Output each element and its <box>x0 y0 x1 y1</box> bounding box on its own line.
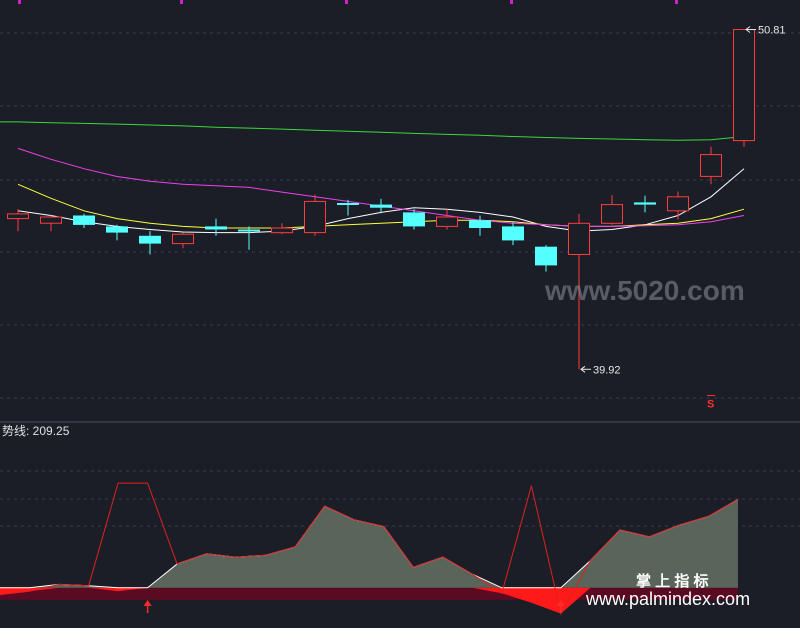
candle-body-18 <box>601 204 623 224</box>
buy-arrow-head-0 <box>143 600 152 606</box>
candle-body-22 <box>733 29 755 142</box>
candle-body-19 <box>634 202 656 205</box>
top-tick-mark-0 <box>18 0 21 4</box>
candle-body-11 <box>370 204 392 208</box>
chart-canvas: 50.81 39.92 S 势线: 209.25 www.5020.com 掌 上 … <box>0 0 800 615</box>
candle-body-4 <box>139 235 161 244</box>
moving-average-line-3 <box>17 121 745 141</box>
moving-average-line-2 <box>17 147 745 227</box>
candle-body-7 <box>238 229 260 232</box>
top-tick-mark-4 <box>675 0 678 4</box>
grid <box>0 0 800 527</box>
top-tick-mark-1 <box>180 0 183 4</box>
candle-body-17 <box>568 222 590 256</box>
candlestick-panel: 50.81 39.92 S <box>0 25 786 411</box>
price-annotation-label-1: 39.92 <box>593 364 621 376</box>
candle-body-2 <box>73 215 95 225</box>
top-tick-mark-3 <box>510 0 513 4</box>
candle-body-15 <box>502 226 524 241</box>
candle-body-8 <box>271 227 293 234</box>
candle-body-14 <box>469 220 491 228</box>
candle-body-3 <box>106 226 128 233</box>
price-annotation-label-0: 50.81 <box>758 25 786 37</box>
candle-body-5 <box>172 233 194 245</box>
candle-body-10 <box>337 203 359 205</box>
stock-chart: 50.81 39.92 S 势线: 209.25 www.5020.com 掌 上 … <box>0 0 800 623</box>
indicator-title: 势线: 209.25 <box>2 424 70 438</box>
watermark-bottom: www.palmindex.com <box>585 589 750 609</box>
candle-body-6 <box>205 226 227 230</box>
candle-body-9 <box>304 200 326 234</box>
indicator-area-positive <box>0 499 738 588</box>
candle-body-0 <box>7 213 29 220</box>
candle-body-20 <box>667 196 689 212</box>
candle-body-12 <box>403 212 425 227</box>
candle-body-13 <box>436 216 458 227</box>
top-tick-mark-2 <box>345 0 348 4</box>
candle-body-16 <box>535 246 557 266</box>
watermark-top: www.5020.com <box>544 275 745 306</box>
watermark-palm-cn: 掌 上 指 标 <box>636 572 709 590</box>
sell-signal-label: S <box>707 399 714 411</box>
candle-body-21 <box>700 154 722 177</box>
candle-body-1 <box>40 216 62 224</box>
